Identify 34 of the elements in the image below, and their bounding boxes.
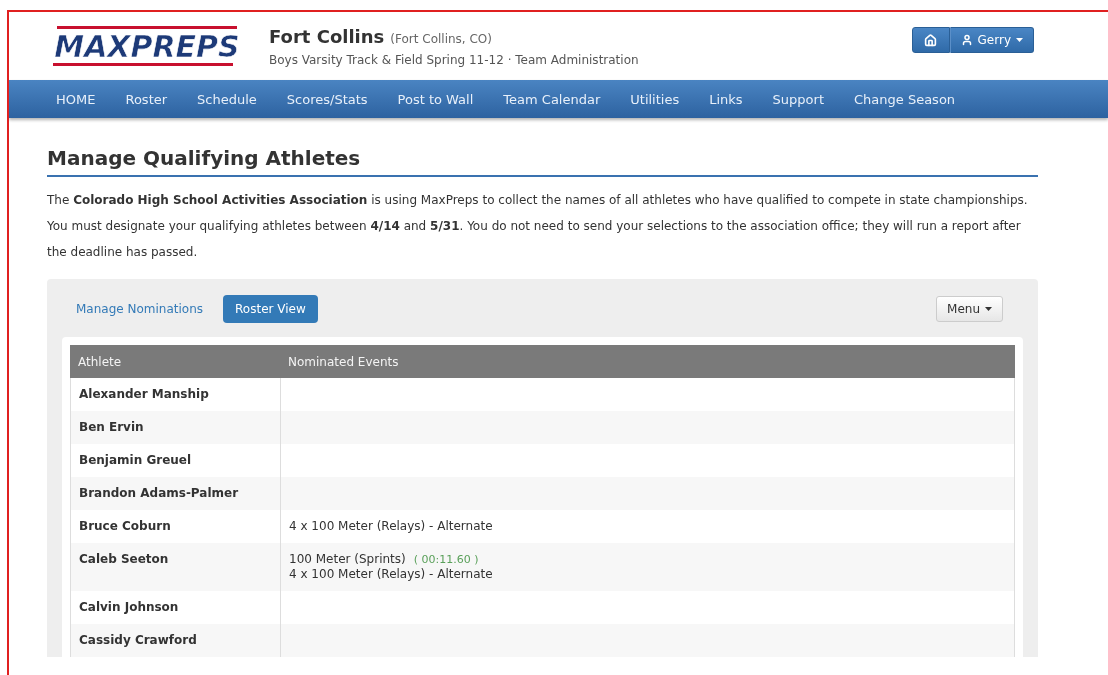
caret-icon (1016, 38, 1023, 42)
nav-link[interactable]: Post to Wall (382, 91, 489, 107)
menu-button[interactable]: Menu (936, 296, 1003, 322)
home-icon (924, 33, 938, 47)
column-header: Athlete (70, 345, 280, 378)
user-menu-button[interactable]: Gerry (949, 27, 1034, 53)
nav-link[interactable]: HOME (41, 91, 111, 107)
intro-paragraph: The Colorado High School Activities Association is using MaxPreps to collect the names of all athletes who have qualified to compete in state championships. You must designate your qualifying athletes between 4/14 and 5/31. You do not need to send your selections to the association office; they will run a report after the deadline has passed. (47, 192, 1029, 261)
logo: MAXPREPS (49, 24, 245, 68)
team-location: (Fort Collins, CO) (390, 31, 492, 46)
nav-link[interactable]: Support (757, 91, 839, 107)
athlete-cell: Cassidy Crawford (70, 624, 280, 657)
events-cell: 4 x 100 Meter (Relays) - Alternate (280, 510, 1015, 543)
events-cell: 100 Meter (Sprints) ( 00:11.60 ) 4 x 100 Meter (Relays) - Alternate (280, 543, 1015, 591)
nav-link[interactable]: Schedule (182, 91, 272, 107)
team-subtitle: Boys Varsity Track & Field Spring 11-12 · Team Administration (269, 52, 640, 67)
nav-link[interactable]: Scores/Stats (271, 91, 383, 107)
athlete-cell: Ben Ervin (70, 411, 280, 444)
user-icon (960, 34, 973, 46)
caret-icon (985, 307, 992, 311)
event-time: ( 00:11.60 ) (413, 553, 479, 566)
nav-link[interactable]: Change Season (839, 91, 971, 107)
team-name: Fort Collins (269, 25, 385, 47)
view-tab[interactable]: Manage Nominations (76, 295, 216, 323)
nav-link[interactable]: Roster (110, 91, 183, 107)
nav-link[interactable]: Team Calendar (488, 91, 616, 107)
column-header: Nominated Events (280, 345, 1015, 378)
nav-link[interactable]: Links (694, 91, 758, 107)
view-tab[interactable]: Roster View (223, 295, 318, 323)
athlete-cell: Caleb Seeton (70, 543, 280, 591)
page-title: Manage Qualifying Athletes (47, 146, 1038, 177)
home-button[interactable] (911, 27, 950, 53)
athlete-cell: Brandon Adams-Palmer (70, 477, 280, 510)
nav-link[interactable]: Utilities (615, 91, 695, 107)
